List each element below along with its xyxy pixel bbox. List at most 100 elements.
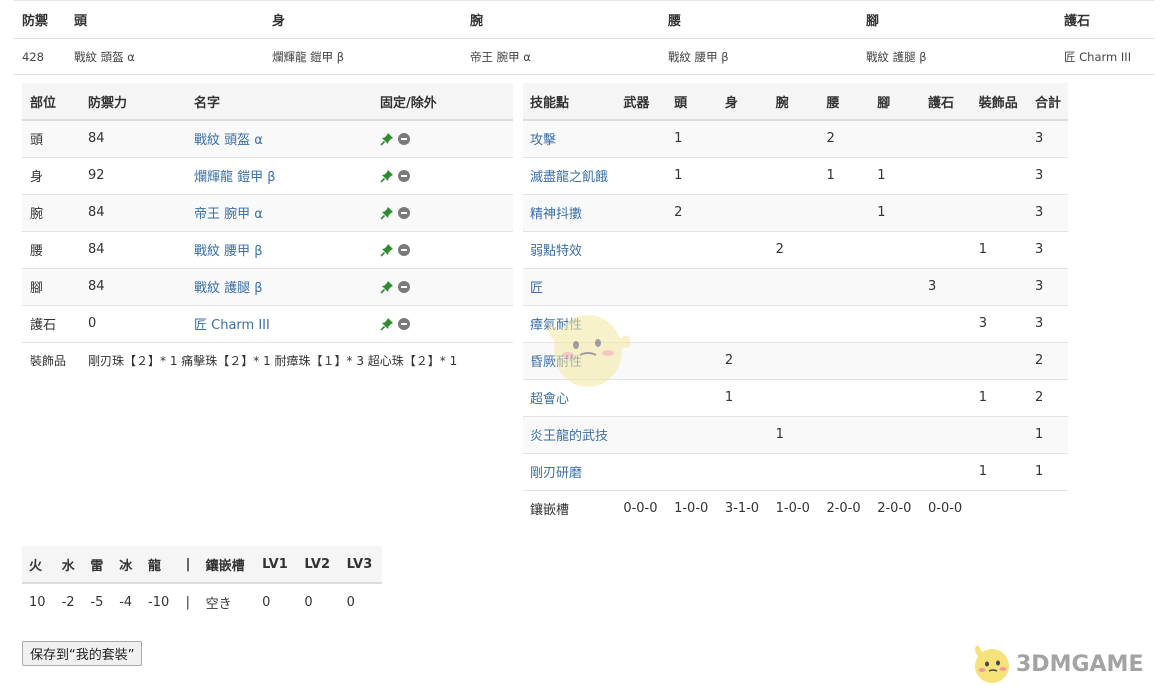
skill-name-cell: 昏厥耐性 [523,342,616,379]
skill-points-cell [870,342,921,379]
skill-points-cell [616,305,667,342]
equipment-row: 腰 84 戰紋 腰甲 β [22,231,513,268]
equipment-actions [372,305,513,342]
skill-name-link[interactable]: 匠 [530,281,543,296]
equipment-row: 護石 0 匠 Charm III [22,305,513,342]
equipment-name-link[interactable]: 戰紋 頭盔 α [194,133,263,148]
slots-value: 0-0-0 [928,501,963,517]
equipment-name-cell: 匠 Charm III [186,305,372,342]
skill-row: 炎王龍的武技 1 1 [523,416,1068,453]
pin-icon[interactable] [380,169,394,183]
skills-header: 技能點 [523,83,617,121]
slots-label: 鑲嵌槽 [530,503,570,519]
equipment-name-link[interactable]: 戰紋 護腿 β [194,281,263,296]
skill-points-cell [718,231,769,268]
equipment-row: 腕 84 帝王 腕甲 α [22,194,513,231]
pin-icon[interactable] [380,317,394,331]
skill-points-cell: 3 [1034,168,1044,183]
equipment-defense: 0 [88,316,97,331]
slots-value: 1-0-0 [674,501,709,517]
skill-points-cell [921,342,972,379]
resistance-header: | [178,546,199,584]
skill-name-link[interactable]: 精神抖擻 [530,207,582,222]
equipment-name-link[interactable]: 爛輝龍 鎧甲 β [194,170,276,185]
slots-row: 鑲嵌槽 0-0-0 1-0-0 3-1-0 1-0-0 2-0-0 2-0-0 0-0-0 [523,490,1068,527]
equipment-slot: 頭 [30,133,44,149]
summary-body-value: 爛輝龍 鎧甲 β [272,49,345,64]
skill-name-link[interactable]: 弱點特效 [530,244,582,259]
resistance-value: -4 [119,594,133,610]
resistance-header: LV1 [255,546,298,584]
pin-icon[interactable] [380,132,394,146]
pin-icon[interactable] [380,280,394,294]
skill-name-link[interactable]: 滅盡龍之飢餓 [530,170,608,185]
equipment-name-link[interactable]: 匠 Charm III [194,318,270,333]
skill-points-cell [667,231,718,268]
pin-icon[interactable] [380,243,394,257]
equipment-slot: 護石 [30,318,57,333]
skill-points-cell [819,342,870,379]
equipment-name-link[interactable]: 帝王 腕甲 α [194,207,263,222]
skill-points-cell: 2 [775,242,784,257]
equipment-actions [372,231,513,268]
resistance-value: 0 [262,594,271,610]
skill-points-cell [972,157,1028,194]
skill-name-cell: 超會心 [523,379,616,416]
slots-value: 2-0-0 [826,501,861,517]
skill-name-link[interactable]: 攻擊 [530,133,556,148]
skill-points-cell [819,268,870,305]
skill-points-cell [870,379,921,416]
resistance-value: 0 [304,594,313,610]
equipment-name-link[interactable]: 戰紋 腰甲 β [194,244,263,259]
skill-name-link[interactable]: 炎王龍的武技 [530,429,608,444]
skill-name-link[interactable]: 超會心 [530,392,569,407]
skill-name-link[interactable]: 昏厥耐性 [530,355,582,370]
equipment-actions [372,268,513,305]
skill-points-cell [769,453,820,490]
skill-name-cell: 攻擊 [523,120,616,157]
exclude-icon[interactable] [398,206,410,219]
equipment-name-cell: 戰紋 頭盔 α [186,120,372,157]
equipment-row: 身 92 爛輝龍 鎧甲 β [22,157,513,194]
summary-header-row: 防禦 頭 身 腕 腰 腳 護石 [14,0,1154,39]
resistance-value: 空き [205,596,232,612]
skill-name-link[interactable]: 瘴氣耐性 [530,318,582,333]
slots-empty [972,490,1028,527]
skill-points-cell: 1 [674,168,683,183]
skill-points-cell [616,379,667,416]
skill-points-cell [616,120,667,157]
skill-name-link[interactable]: 剛刃研磨 [530,466,582,481]
skill-points-cell [616,453,667,490]
equipment-name-cell: 戰紋 腰甲 β [186,231,372,268]
exclude-icon[interactable] [398,132,410,145]
exclude-icon[interactable] [398,280,410,293]
summary-head-value: 戰紋 頭盔 α [74,49,135,64]
resistance-value: -10 [148,594,170,610]
equipment-header: 防禦力 [80,83,186,121]
skills-table: 技能點 武器頭身腕腰腳護石 裝飾品 合計 攻擊 1 2 3 滅盡龍之飢餓 1 1 1 3 精神抖擻 2 1 3… [523,83,1068,527]
skill-points-cell [667,268,718,305]
decorations-row: 裝飾品 剛刃珠【２】* 1 痛擊珠【２】* 1 耐瘴珠【１】* 3 超心珠【２】*… [22,342,513,379]
exclude-icon[interactable] [398,243,410,256]
skill-points-cell [718,268,769,305]
slots-value: 2-0-0 [877,501,912,517]
resistance-header: 雷 [83,546,113,584]
skill-points-cell [819,305,870,342]
skill-points-cell [769,342,820,379]
skill-points-cell [616,268,667,305]
equipment-row: 腳 84 戰紋 護腿 β [22,268,513,305]
resistance-header: 火 [22,546,55,584]
save-to-my-sets-button[interactable]: 保存到“我的套裝” [22,641,143,666]
skill-points-cell [819,379,870,416]
exclude-icon[interactable] [398,317,410,330]
equipment-name-cell: 戰紋 護腿 β [186,268,372,305]
skill-points-cell [921,120,972,157]
logo-text: 3DMGAME [1016,652,1144,677]
exclude-icon[interactable] [398,169,410,182]
skill-row: 匠 3 3 [523,268,1068,305]
summary-header: 護石 [1064,14,1091,29]
pin-icon[interactable] [380,206,394,220]
skill-points-cell: 1 [877,205,886,220]
skill-points-cell: 2 [1034,353,1044,368]
skills-header: 裝飾品 [971,83,1028,121]
